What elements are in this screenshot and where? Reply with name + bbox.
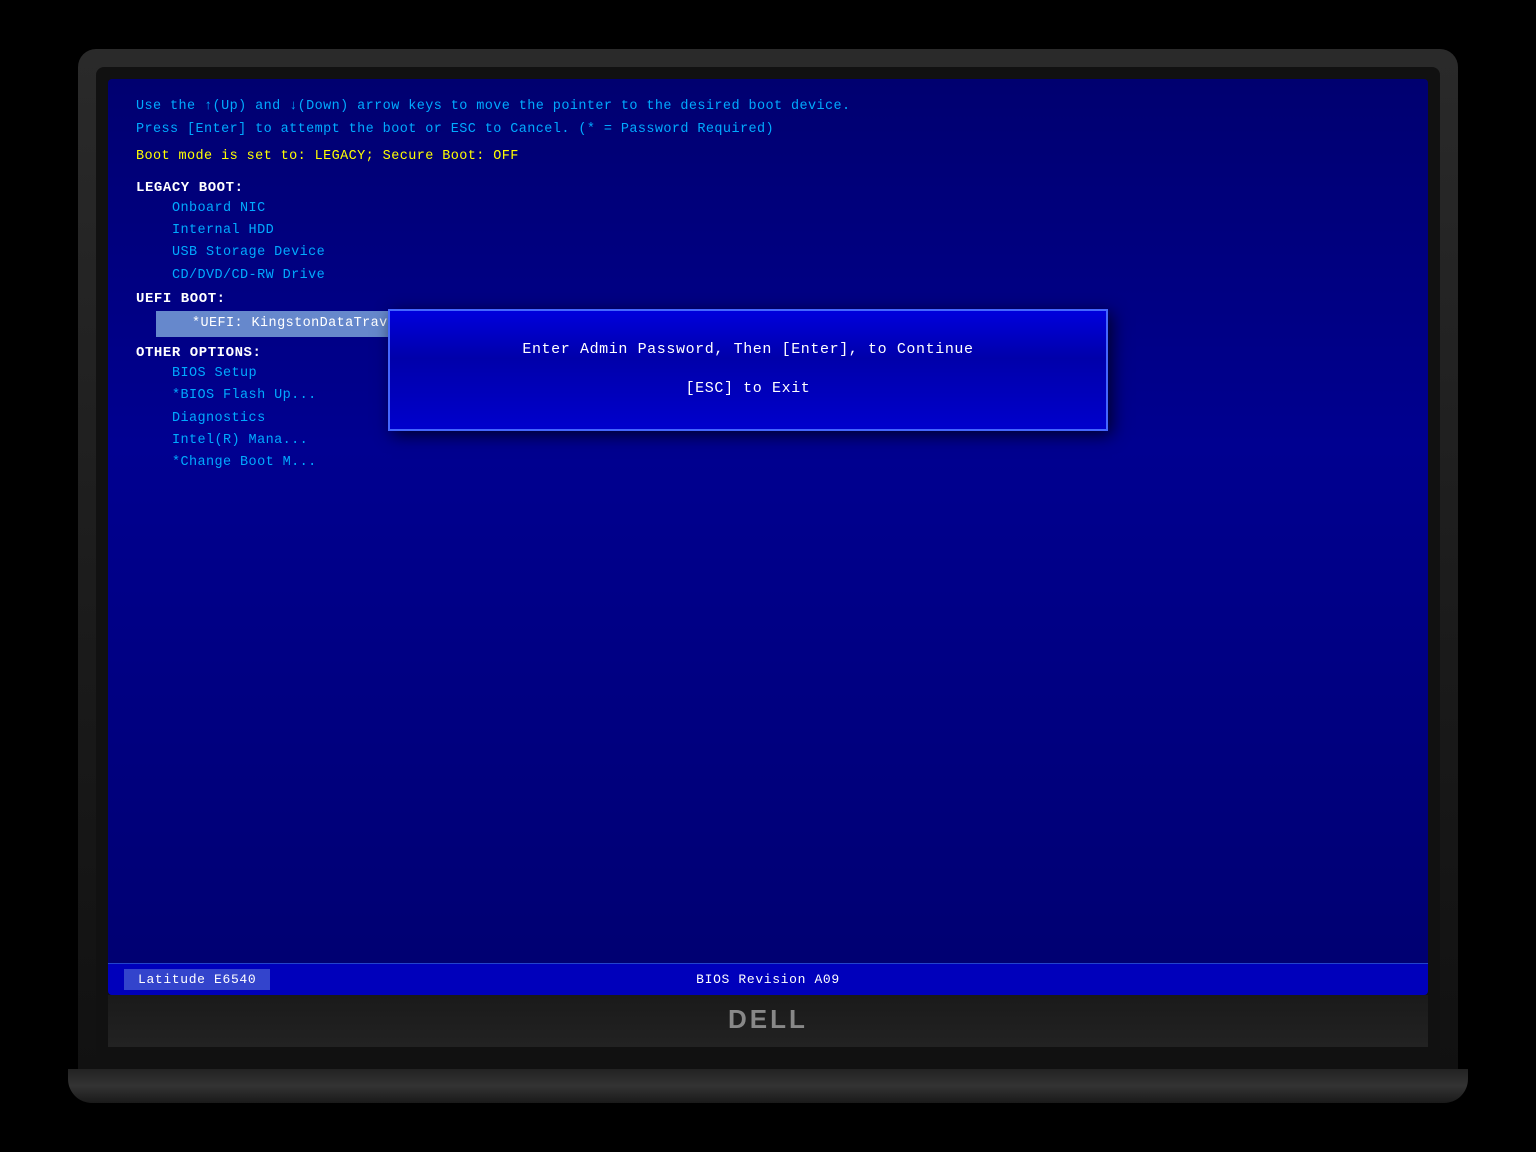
- screen-bezel: Use the ↑(Up) and ↓(Down) arrow keys to …: [96, 67, 1440, 1059]
- other-intel-me[interactable]: Intel(R) Mana...: [136, 430, 1400, 452]
- legacy-item-cddvd[interactable]: CD/DVD/CD-RW Drive: [136, 265, 1400, 287]
- legacy-header: LEGACY BOOT:: [136, 180, 1400, 196]
- screen: Use the ↑(Up) and ↓(Down) arrow keys to …: [108, 79, 1428, 995]
- uefi-header: UEFI BOOT:: [136, 291, 1400, 307]
- svg-text:DELL: DELL: [728, 1004, 808, 1032]
- screen-content: Use the ↑(Up) and ↓(Down) arrow keys to …: [108, 79, 1428, 963]
- legacy-item-hdd[interactable]: Internal HDD: [136, 220, 1400, 242]
- dialog-line-1: Enter Admin Password, Then [Enter], to C…: [522, 339, 973, 362]
- bios-revision-label: BIOS Revision A09: [696, 972, 840, 987]
- dell-logo-area: DELL: [108, 995, 1428, 1047]
- status-bar: Latitude E6540 BIOS Revision A09: [108, 963, 1428, 995]
- boot-mode-line: Boot mode is set to: LEGACY; Secure Boot…: [136, 149, 1400, 164]
- legacy-item-usb[interactable]: USB Storage Device: [136, 242, 1400, 264]
- dialog-line-2: [ESC] to Exit: [686, 380, 811, 397]
- instruction-line-2: Press [Enter] to attempt the boot or ESC…: [136, 120, 1400, 141]
- instruction-line-1: Use the ↑(Up) and ↓(Down) arrow keys to …: [136, 97, 1400, 118]
- laptop-outer: Use the ↑(Up) and ↓(Down) arrow keys to …: [78, 49, 1458, 1069]
- other-change-boot[interactable]: *Change Boot M...: [136, 452, 1400, 474]
- password-dialog: Enter Admin Password, Then [Enter], to C…: [388, 309, 1108, 431]
- model-label: Latitude E6540: [124, 969, 270, 990]
- dell-logo: DELL: [728, 1004, 808, 1039]
- legacy-item-nic[interactable]: Onboard NIC: [136, 198, 1400, 220]
- laptop-bottom: [68, 1069, 1468, 1103]
